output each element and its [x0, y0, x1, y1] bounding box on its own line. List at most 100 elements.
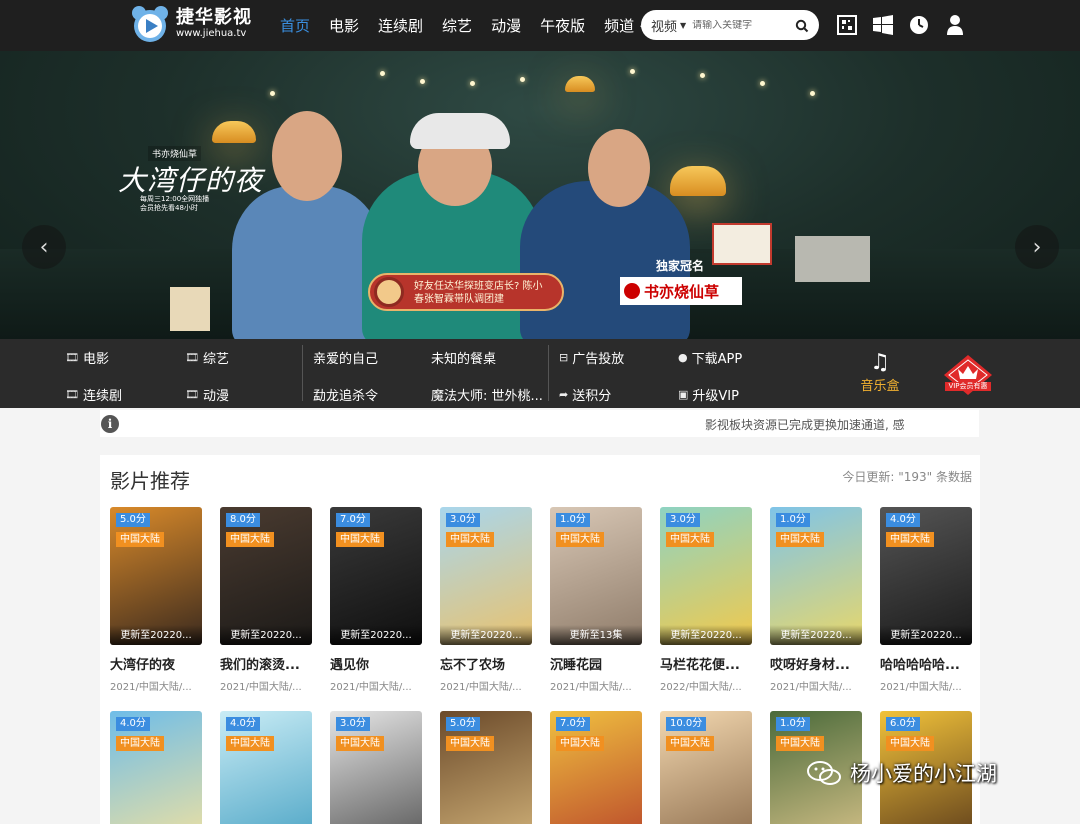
download-app-link[interactable]: ● 下载APP [678, 348, 742, 367]
movie-card[interactable]: 7.0分 中国大陆 更新至20220... 遇见你 2021/中国大陆/... [330, 507, 422, 693]
movie-poster[interactable]: 8.0分 中国大陆 更新至20220... [220, 507, 312, 645]
nav-home[interactable]: 首页 [280, 15, 310, 36]
movie-poster[interactable]: 5.0分 中国大陆 更新至20220... [110, 507, 202, 645]
quick-anime[interactable]: 🎞 动漫 [185, 385, 229, 404]
upgrade-vip-link[interactable]: ▣ 升级VIP [678, 385, 739, 404]
ad-link[interactable]: ⊟ 广告投放 [559, 348, 624, 367]
string-light [420, 79, 425, 84]
movie-card[interactable]: 3.0分 中国大陆 更新至20220... 忘不了农场 2021/中国大陆/... [440, 507, 532, 693]
quick-movies[interactable]: 🎞 电影 [65, 348, 109, 367]
region-badge: 中国大陆 [446, 736, 494, 751]
quick-series-label: 连续剧 [82, 389, 122, 404]
share-arrow-icon: ➦ [559, 388, 569, 401]
movie-card[interactable]: 1.0分 中国大陆 更新至20220... 哎呀好身材... 2021/中国大陆/... [770, 507, 862, 693]
music-box-label: 音乐盒 [860, 379, 900, 394]
movie-poster[interactable]: 1.0分 中国大陆 更新至20220... [770, 507, 862, 645]
vip-crown-badge[interactable]: VIP会员有惠 [942, 353, 994, 397]
movie-card[interactable]: 5.0分 中国大陆 更新至20220... 大湾仔的夜 2021/中国大陆/... [110, 507, 202, 693]
film-icon: 🎞 [185, 351, 199, 364]
movie-title[interactable]: 哎呀好身材... [770, 654, 862, 673]
site-logo[interactable]: 捷华影视 www.jiehua.tv [130, 4, 252, 44]
movie-title[interactable]: 忘不了农场 [440, 654, 532, 673]
movie-poster[interactable]: 4.0分 中国大陆 [110, 711, 202, 824]
movie-card[interactable]: 1.0分 中国大陆 更新至13集 沉睡花园 2021/中国大陆/... [550, 507, 642, 693]
region-badge: 中国大陆 [446, 532, 494, 547]
movie-poster[interactable]: 3.0分 中国大陆 [330, 711, 422, 824]
nav-anime[interactable]: 动漫 [491, 15, 521, 36]
qr-app-icon[interactable] [836, 14, 858, 36]
logo-title: 捷华影视 [176, 7, 252, 28]
movie-poster[interactable]: 10.0分 中国大陆 [660, 711, 752, 824]
divider [548, 345, 549, 401]
score-badge: 6.0分 [886, 717, 920, 731]
movie-meta: 2021/中国大陆/... [770, 682, 852, 693]
hot-link[interactable]: 魔法大师: 世外桃... [431, 385, 543, 404]
points-link[interactable]: ➦ 送积分 [559, 385, 611, 404]
movie-title[interactable]: 我们的滚烫... [220, 654, 312, 673]
search-icon[interactable] [795, 18, 809, 33]
region-badge: 中国大陆 [666, 532, 714, 547]
film-icon: 🎞 [65, 388, 79, 401]
hot-link[interactable]: 亲爱的自己 [313, 348, 378, 367]
divider [302, 345, 303, 401]
nav-variety[interactable]: 综艺 [442, 15, 472, 36]
score-badge: 1.0分 [776, 513, 810, 527]
hot-link[interactable]: 未知的餐桌 [431, 348, 496, 367]
movie-poster[interactable]: 1.0分 中国大陆 更新至13集 [550, 507, 642, 645]
episode-status: 更新至20220... [660, 625, 752, 645]
movie-poster[interactable]: 4.0分 中国大陆 [220, 711, 312, 824]
episode-status: 更新至20220... [770, 625, 862, 645]
episode-status: 更新至20220... [330, 625, 422, 645]
movie-card[interactable]: 5.0分 中国大陆 [440, 711, 532, 824]
quick-series[interactable]: 🎞 连续剧 [65, 385, 122, 404]
search-category-select[interactable]: 视频 ▼ [651, 16, 686, 35]
quick-movies-label: 电影 [82, 352, 109, 367]
banner-sponsor-tag: 独家冠名 书亦烧仙草 [620, 259, 742, 305]
movie-card[interactable]: 4.0分 中国大陆 [110, 711, 202, 824]
movie-card[interactable]: 8.0分 中国大陆 更新至20220... 我们的滚烫... 2021/中国大陆/... [220, 507, 312, 693]
movie-poster[interactable]: 7.0分 中国大陆 [550, 711, 642, 824]
string-light [760, 81, 765, 86]
banner-person [232, 186, 382, 339]
movie-title[interactable]: 哈哈哈哈哈... [880, 654, 972, 673]
movie-title[interactable]: 马栏花花便... [660, 654, 752, 673]
update-count: 今日更新: "193" 条数据 [842, 470, 972, 484]
string-light [270, 91, 275, 96]
banner-show-title: 大湾仔的夜 [118, 164, 264, 197]
movie-meta: 2021/中国大陆/... [220, 682, 302, 693]
search-input[interactable] [692, 19, 787, 31]
quick-variety[interactable]: 🎞 综艺 [185, 348, 229, 367]
movie-card[interactable]: 4.0分 中国大陆 更新至20220... 哈哈哈哈哈... 2021/中国大陆/... [880, 507, 972, 693]
movie-title[interactable]: 遇见你 [330, 654, 422, 673]
user-icon[interactable] [944, 14, 966, 36]
movie-card[interactable]: 10.0分 中国大陆 [660, 711, 752, 824]
movie-title[interactable]: 沉睡花园 [550, 654, 642, 673]
hot-link[interactable]: 勐龙追杀令 [313, 385, 378, 404]
movie-poster[interactable]: 4.0分 中国大陆 更新至20220... [880, 507, 972, 645]
movie-card[interactable]: 3.0分 中国大陆 更新至20220... 马栏花花便... 2022/中国大陆/... [660, 507, 752, 693]
carousel-next-button[interactable]: › [1015, 225, 1059, 269]
banner-ac-unit [795, 236, 870, 282]
nav-series[interactable]: 连续剧 [378, 15, 423, 36]
movie-poster[interactable]: 3.0分 中国大陆 更新至20220... [660, 507, 752, 645]
windows-icon[interactable] [872, 14, 894, 36]
movie-poster[interactable]: 3.0分 中国大陆 更新至20220... [440, 507, 532, 645]
music-box-link[interactable]: ♫ 音乐盒 [858, 351, 902, 395]
history-clock-icon[interactable] [908, 14, 930, 36]
movie-poster[interactable]: 5.0分 中国大陆 [440, 711, 532, 824]
movie-card[interactable]: 7.0分 中国大陆 [550, 711, 642, 824]
episode-status: 更新至20220... [110, 625, 202, 645]
movie-title[interactable]: 大湾仔的夜 [110, 654, 202, 673]
movie-card[interactable]: 3.0分 中国大陆 [330, 711, 422, 824]
lamp-decoration [212, 121, 256, 143]
film-icon: 🎞 [185, 388, 199, 401]
nav-midnight[interactable]: 午夜版 [540, 15, 585, 36]
region-badge: 中国大陆 [776, 736, 824, 751]
movie-card[interactable]: 4.0分 中国大陆 [220, 711, 312, 824]
lamp-decoration [670, 166, 726, 196]
movie-poster[interactable]: 7.0分 中国大陆 更新至20220... [330, 507, 422, 645]
carousel-prev-button[interactable]: ‹ [22, 225, 66, 269]
hero-banner[interactable]: 书亦烧仙草 大湾仔的夜 每周三12:00全网独播 会员抢先看48小时 好友任达华… [0, 51, 1080, 339]
string-light [520, 77, 525, 82]
nav-movies[interactable]: 电影 [329, 15, 359, 36]
